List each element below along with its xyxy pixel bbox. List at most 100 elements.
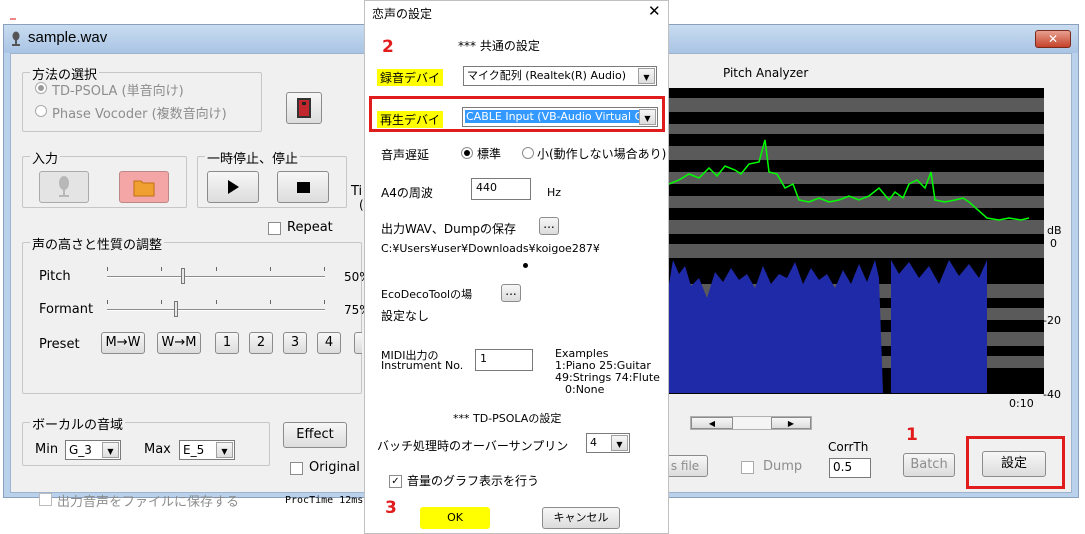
wav-dump-label: 出力WAV、Dumpの保存 (381, 222, 517, 236)
repeat-checkbox[interactable] (268, 222, 281, 235)
wav-path: C:¥Users¥user¥Downloads¥koigoe287¥ (381, 242, 600, 255)
truncated-label-ti: Ti (351, 184, 363, 199)
stop-icon (296, 182, 310, 193)
latency-standard-label: 標準 (477, 147, 502, 161)
corrth-input[interactable]: 0.5 (829, 458, 871, 478)
settings-dialog: 恋声の設定 ✕ 2 *** 共通の設定 録音デバイ マイク配列 (Realtek… (364, 0, 669, 534)
preset-label: Preset (39, 337, 80, 352)
preset-w-to-m-button[interactable]: W→M (157, 332, 201, 354)
min-label: Min (35, 442, 59, 457)
playback-device-value: CABLE Input (VB-Audio Virtual C (465, 110, 644, 123)
close-button[interactable]: ✕ (1035, 30, 1071, 48)
stop-button[interactable] (277, 171, 329, 203)
pitch-analyzer-title: Pitch Analyzer (723, 66, 809, 80)
formant-slider-track[interactable] (107, 309, 325, 311)
folder-icon (133, 180, 155, 197)
db-tick-20: -20 (1043, 314, 1061, 327)
play-button[interactable] (207, 171, 259, 203)
phase-vocoder-label: Phase Vocoder (複数音向け) (52, 107, 227, 122)
app-icon (10, 31, 22, 47)
batch-button[interactable]: Batch (903, 453, 955, 477)
a4-label: A4の周波 (381, 186, 433, 200)
oversample-value: 4 (590, 436, 597, 449)
chevron-down-icon: ▼ (639, 109, 656, 125)
pitch-slider-thumb[interactable] (181, 268, 186, 284)
dialog-close-icon[interactable]: ✕ (648, 2, 661, 20)
scroll-left-icon[interactable]: ◀ (691, 417, 733, 429)
volume-graph-checkbox[interactable]: ✓ (389, 475, 402, 488)
vocal-range-group-label: ボーカルの音域 (30, 414, 126, 433)
preset-4-button[interactable]: 4 (317, 332, 341, 354)
original-checkbox[interactable] (290, 462, 303, 475)
cursor-dot (523, 263, 528, 268)
open-folder-button[interactable] (119, 171, 169, 203)
preset-2-button[interactable]: 2 (249, 332, 273, 354)
latency-small-radio[interactable] (522, 147, 534, 159)
play-icon (228, 180, 239, 194)
preset-m-to-w-button[interactable]: M→W (101, 332, 145, 354)
phase-vocoder-radio[interactable] (35, 105, 47, 117)
door-button[interactable] (286, 92, 322, 124)
td-psola-radio[interactable] (35, 82, 47, 94)
preset-3-button[interactable]: 3 (283, 332, 307, 354)
effect-button[interactable]: Effect (283, 422, 347, 448)
recording-device-label: 録音デバイ (377, 69, 444, 86)
input-group-label: 入力 (30, 148, 61, 167)
min-note-select[interactable]: G_3 ▼ (65, 440, 121, 460)
save-output-checkbox[interactable] (39, 493, 52, 506)
corrth-label: CorrTh (828, 440, 869, 454)
preset-1-button[interactable]: 1 (215, 332, 239, 354)
window-title: sample.wav (28, 29, 108, 46)
oversample-select[interactable]: 4 ▼ (586, 433, 630, 453)
pitch-graph-svg (669, 98, 1044, 393)
db-tick-0: 0 (1050, 237, 1057, 250)
pitch-adjust-group: 声の高さと性質の調整 (22, 234, 362, 394)
recording-device-value: マイク配列 (Realtek(R) Audio) (467, 69, 627, 82)
proc-time: ProcTime 12ms (285, 495, 364, 506)
pitch-label: Pitch (39, 269, 71, 284)
save-output-label: 出力音声をファイルに保存する (57, 495, 240, 510)
playback-device-select[interactable]: CABLE Input (VB-Audio Virtual C ▼ (462, 107, 658, 127)
annotation-1: 1 (906, 425, 918, 445)
latency-small-label: 小(動作しない場合あり) (537, 147, 667, 161)
pitch-slider-track[interactable] (107, 276, 325, 278)
dialog-title: 恋声の設定 (372, 7, 433, 21)
chevron-down-icon: ▼ (216, 442, 233, 458)
pitch-adjust-group-label: 声の高さと性質の調整 (30, 234, 165, 253)
chevron-down-icon: ▼ (611, 435, 628, 451)
a4-frequency-input[interactable]: 440 (471, 178, 531, 200)
min-note-value: G_3 (69, 443, 92, 457)
latency-label: 音声遅延 (381, 148, 430, 162)
midi-label-2: Instrument No. (381, 359, 464, 372)
scroll-right-icon[interactable]: ▶ (771, 417, 811, 429)
recording-device-select[interactable]: マイク配列 (Realtek(R) Audio) ▼ (463, 66, 657, 86)
dump-label: Dump (763, 459, 803, 474)
midi-instrument-input[interactable]: 1 (475, 349, 533, 371)
original-label: Original (309, 460, 360, 475)
chevron-down-icon: ▼ (638, 68, 655, 84)
cancel-button[interactable]: キャンセル (542, 507, 620, 529)
latency-standard-radio[interactable] (461, 147, 473, 159)
max-note-select[interactable]: E_5 ▼ (179, 440, 235, 460)
db-tick-40: -40 (1043, 388, 1061, 401)
timeline-scrollbar[interactable]: ◀ ▶ (690, 416, 812, 430)
max-label: Max (144, 442, 171, 457)
ok-button[interactable]: OK (420, 507, 490, 529)
ecodeco-label: EcoDecoToolの場 (381, 288, 473, 301)
annotation-3: 3 (385, 498, 397, 518)
psola-settings-header: *** TD-PSOLAの設定 (453, 412, 562, 425)
formant-label: Formant (39, 302, 94, 317)
formant-slider-thumb[interactable] (174, 301, 179, 317)
dump-checkbox[interactable] (741, 461, 754, 474)
ecodeco-browse-button[interactable]: ... (501, 284, 521, 302)
wav-browse-button[interactable]: ... (539, 217, 559, 235)
time-label: 0:10 (1009, 397, 1034, 410)
settings-button[interactable]: 設定 (982, 451, 1046, 477)
mic-button[interactable] (39, 171, 89, 203)
pause-group-label: 一時停止、停止 (205, 148, 301, 167)
db-label: dB (1047, 224, 1062, 237)
ecodeco-value: 設定なし (381, 309, 430, 323)
mic-icon (59, 176, 69, 197)
preset-next-button[interactable] (354, 332, 362, 354)
midi-examples-3: 0:None (565, 383, 605, 396)
